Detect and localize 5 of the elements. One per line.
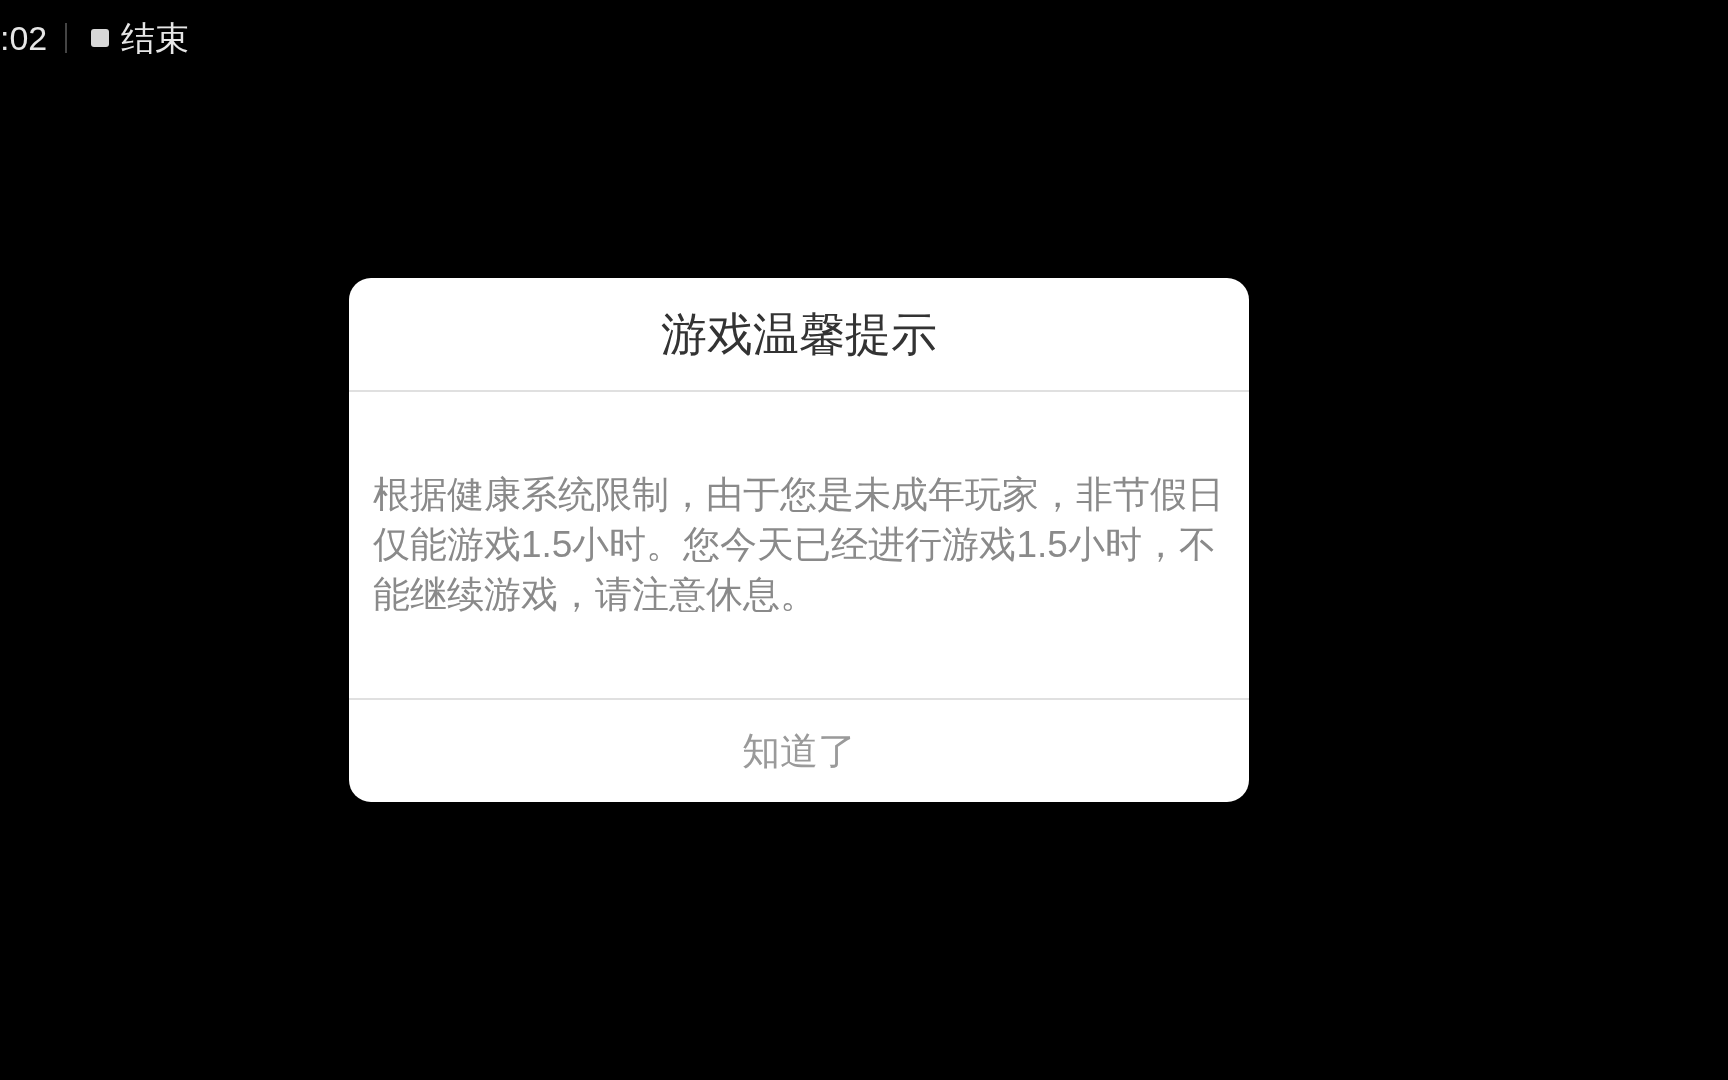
dialog-message: 根据健康系统限制，由于您是未成年玩家，非节假日仅能游戏1.5小时。您今天已经进行游戏1.5小时，不能继续游戏，请注意休息。 — [373, 473, 1225, 617]
stop-button[interactable]: 结束 — [91, 21, 190, 55]
stop-icon — [91, 29, 110, 47]
dialog-title: 游戏温馨提示 — [661, 306, 937, 362]
recording-time: :02 — [0, 21, 48, 55]
